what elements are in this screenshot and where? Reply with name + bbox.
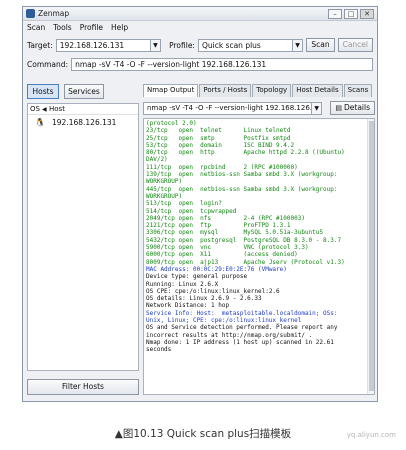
scrollbar-thumb[interactable] [369,121,374,391]
tab-scans[interactable]: Scans [343,84,373,97]
profile-label: Profile: [169,40,195,50]
output-line: 514/tcp open tcpwrapped [146,207,237,215]
output-line: 2049/tcp open nfs 2-4 (RPC #100003) [146,214,305,222]
target-dropdown-arrow-icon[interactable]: ▼ [150,38,162,52]
details-icon: ▤ [335,104,342,112]
target-input[interactable]: 192.168.126.131 [55,38,151,52]
output-scrollbar[interactable] [367,119,374,394]
menu-scan[interactable]: Scan [27,23,45,32]
output-line: OS and Service detection performed. Plea… [146,324,338,332]
output-command-row: nmap -sV -T4 -O -F --version-light 192.1… [143,101,375,115]
target-label: Target: [27,40,53,50]
output-line: 513/tcp open login? [146,200,222,208]
window-title: Zenmap [38,9,70,18]
output-line: WORKGROUP) [146,192,183,200]
title-bar: Zenmap – □ ✕ [23,7,377,21]
zenmap-app-icon [26,9,35,18]
services-tab-button[interactable]: Services [64,84,104,99]
output-line: Unix, Linux; CPE: cpe:/o:linux:linux_ker… [146,317,302,325]
menu-tools[interactable]: Tools [53,23,71,32]
output-line: MAC Address: 00:0C:29:E0:2E:76 (VMware) [146,265,287,273]
command-row: Command: nmap -sV -T4 -O -F --version-li… [27,58,373,71]
output-command-select[interactable]: nmap -sV -T4 -O -F --version-light 192.1… [143,101,312,115]
output-line: 445/tcp open netbios-ssn Samba smbd 3.X … [146,185,338,193]
profile-dropdown-arrow-icon[interactable]: ▼ [292,38,304,52]
results-panel: Nmap Output Ports / Hosts Topology Host … [143,84,375,395]
close-icon[interactable]: ✕ [360,8,374,19]
os-column-header[interactable]: OS [28,105,42,113]
output-line: 5900/tcp open vnc VNC (protocol 3.3) [146,244,309,252]
scan-button[interactable]: Scan [306,38,335,52]
tab-nmap-output[interactable]: Nmap Output [143,84,199,97]
profile-select[interactable]: Quick scan plus [197,38,293,52]
output-line: Device type: general purpose [146,273,248,281]
output-line: 3306/tcp open mysql MySQL 5.0.51a-3ubunt… [146,229,324,237]
output-line: Nmap done: 1 IP address (1 host up) scan… [146,338,334,346]
maximize-icon[interactable]: □ [344,8,358,19]
output-line: seconds [146,346,172,354]
details-button-label: Details [343,103,370,112]
output-line: 23/tcp open telnet Linux telnetd [146,127,291,135]
hosts-list-header: OS ◀ Host [28,104,138,115]
minimize-icon[interactable]: – [328,8,342,19]
host-address: 192.168.126.131 [52,118,117,127]
target-row: Target: 192.168.126.131 ▼ Profile: Quick… [27,38,373,52]
nmap-output-text: (protocol 2.0) 23/tcp open telnet Linux t… [143,118,375,395]
menu-help[interactable]: Help [111,23,128,32]
output-line: 6000/tcp open X11 (access denied) [146,251,298,259]
filter-hosts-button[interactable]: Filter Hosts [27,379,139,395]
output-line: 139/tcp open netbios-ssn Samba smbd 3.X … [146,171,338,179]
output-line: 2121/tcp open ftp ProFTPD 1.3.1 [146,222,291,230]
output-line: 111/tcp open rpcbind 2 (RPC #100000) [146,163,298,171]
output-line: incorrect results at http://nmap.org/sub… [146,331,313,339]
command-input[interactable]: nmap -sV -T4 -O -F --version-light 192.1… [71,58,373,71]
output-line: DAV/2) [146,156,168,164]
watermark: yq.aliyun.com [346,431,396,439]
sort-arrow-icon: ◀ [42,105,47,113]
os-linux-icon: 🐧 [35,118,45,127]
command-label: Command: [27,60,69,69]
host-row[interactable]: 🐧 192.168.126.131 [28,118,138,127]
menu-bar: Scan Tools Profile Help [23,21,377,33]
tab-host-details[interactable]: Host Details [292,84,343,97]
details-button[interactable]: ▤ Details [330,101,375,115]
figure-caption: ▲图10.13 Quick scan plus扫描模板 [114,428,292,440]
hosts-panel: Hosts Services OS ◀ Host 🐧 192.168.126.1… [27,84,139,395]
output-line: OS CPE: cpe:/o:linux:linux_kernel:2.6 [146,287,280,295]
hosts-list: OS ◀ Host 🐧 192.168.126.131 [27,103,139,371]
output-line: Service Info: Host: metasploitable.local… [146,309,338,317]
tab-ports-hosts[interactable]: Ports / Hosts [199,84,252,97]
results-tabs: Nmap Output Ports / Hosts Topology Host … [143,84,375,97]
menu-profile[interactable]: Profile [80,23,103,32]
tab-topology[interactable]: Topology [252,84,292,97]
output-line: Running: Linux 2.6.X [146,280,219,288]
zenmap-window: Zenmap – □ ✕ Scan Tools Profile Help Tar… [22,6,378,402]
output-line: 53/tcp open domain ISC BIND 9.4.2 [146,141,295,149]
hosts-tab-button[interactable]: Hosts [27,84,59,99]
output-line: 8009/tcp open ajp13 Apache Jserv (Protoc… [146,258,345,266]
output-line: 25/tcp open smtp Postfix smtpd [146,134,291,142]
output-line: 5432/tcp open postgresql PostgreSQL DB 8… [146,236,342,244]
output-line: (protocol 2.0) [146,120,197,127]
output-line: WORKGROUP) [146,178,183,186]
cancel-button[interactable]: Cancel [337,38,373,52]
host-column-header[interactable]: Host [49,105,65,113]
output-line: OS details: Linux 2.6.9 - 2.6.33 [146,295,262,303]
output-line: Network Distance: 1 hop [146,302,230,310]
output-command-dropdown-arrow-icon[interactable]: ▼ [311,101,323,115]
output-line: 80/tcp open http Apache httpd 2.2.8 ((Ub… [146,149,345,157]
